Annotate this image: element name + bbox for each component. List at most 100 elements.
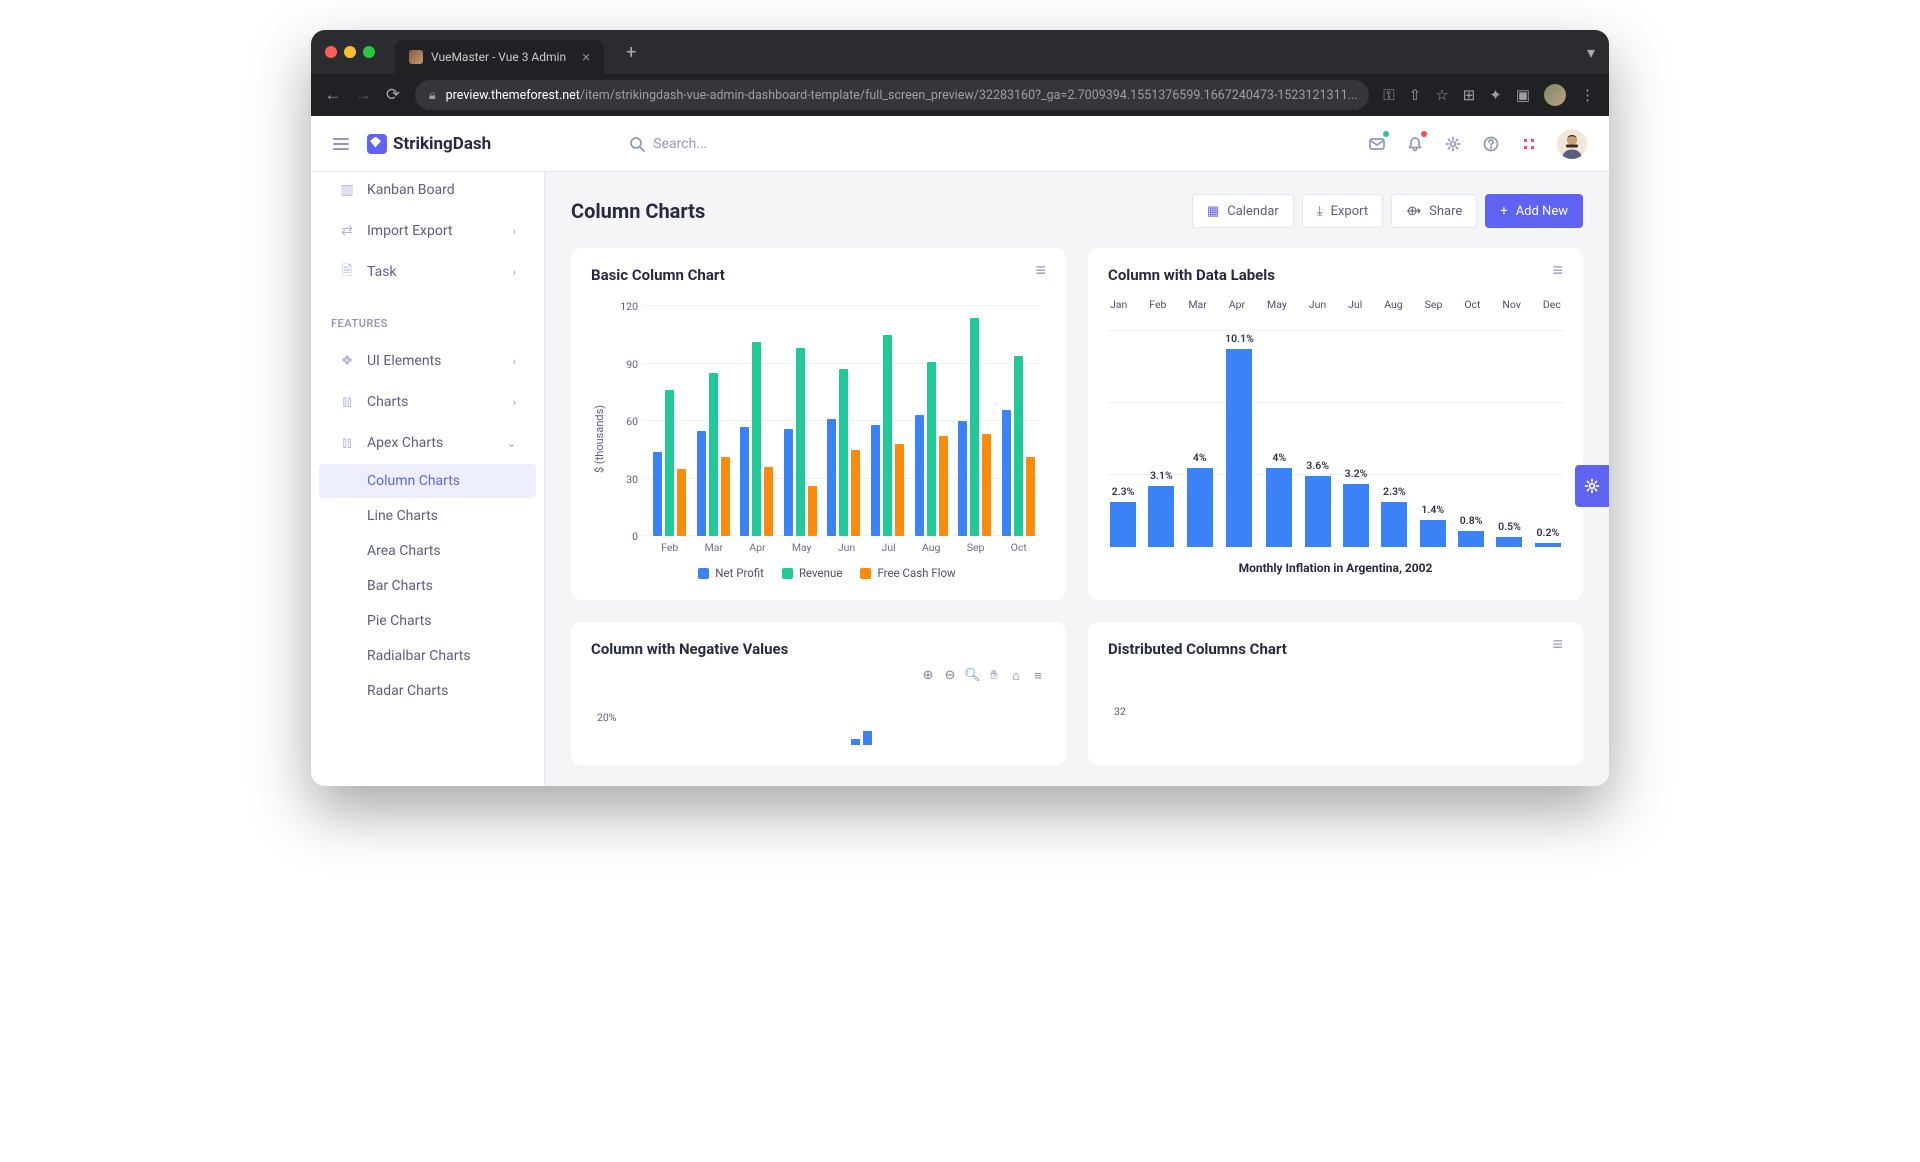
brand-logo[interactable]: StrikingDash <box>367 134 491 154</box>
chart-menu-icon[interactable]: ≡ <box>1035 266 1046 276</box>
star-icon[interactable]: ☆ <box>1435 86 1448 104</box>
bar <box>958 421 967 536</box>
pan-icon[interactable]: ✋︎ <box>986 668 1002 684</box>
bar <box>1535 543 1561 547</box>
home-icon[interactable]: ⌂ <box>1008 668 1024 684</box>
bar <box>1110 502 1136 547</box>
puzzle-icon[interactable]: ✦ <box>1489 86 1502 104</box>
page-title: Column Charts <box>571 199 705 223</box>
button-label: Export <box>1331 204 1369 219</box>
sidebar-sub-item[interactable]: Pie Charts <box>319 604 536 638</box>
bar <box>784 429 793 536</box>
x-tick: May <box>792 541 812 554</box>
sidebar-item-ui-elements[interactable]: ❖ UI Elements › <box>319 341 536 381</box>
bar <box>883 335 892 536</box>
bar <box>1496 537 1522 547</box>
legend-item[interactable]: Revenue <box>782 566 843 580</box>
card-distributed: ≡ Distributed Columns Chart 32 <box>1088 622 1583 765</box>
sidebar-item-apex-charts[interactable]: ⫾⫾ Apex Charts ⌄ <box>319 423 536 463</box>
tab-title: VueMaster - Vue 3 Admin <box>431 50 566 64</box>
brand-name: StrikingDash <box>393 134 491 154</box>
layers-icon: ❖ <box>339 353 355 369</box>
chart-menu-icon[interactable]: ≡ <box>1552 266 1563 276</box>
bar-group <box>915 362 948 536</box>
share-up-icon[interactable]: ⇧ <box>1409 86 1422 104</box>
sidebar-sub-item[interactable]: Radialbar Charts <box>319 639 536 673</box>
export-button[interactable]: ⤓ Export <box>1302 194 1383 228</box>
card-negative-values: Column with Negative Values ⊕ ⊖ 🔍︎ ✋︎ ⌂ … <box>571 622 1066 765</box>
macos-close-icon[interactable] <box>325 46 337 58</box>
panel-icon[interactable]: ▣ <box>1516 86 1530 104</box>
help-icon[interactable] <box>1481 134 1501 154</box>
bar <box>982 434 991 536</box>
gear-icon <box>1584 478 1600 494</box>
data-label: 0.8% <box>1460 514 1483 527</box>
bar <box>915 415 924 536</box>
url-host: preview.themeforest.net <box>446 88 580 103</box>
bell-icon[interactable] <box>1405 134 1425 154</box>
sidebar-item-import-export[interactable]: ⇄ Import Export › <box>319 211 536 251</box>
sidebar-item-label: Task <box>367 264 397 280</box>
chart-menu-icon[interactable]: ≡ <box>1552 640 1563 650</box>
address-bar[interactable]: 🔒︎ preview.themeforest.net/item/striking… <box>415 80 1369 110</box>
x-tick: Feb <box>1149 298 1166 311</box>
macos-zoom-icon[interactable] <box>363 46 375 58</box>
x-tick: Nov <box>1502 298 1521 311</box>
locale-flag-icon[interactable] <box>1519 134 1539 154</box>
window-chevron-icon[interactable]: ▾ <box>1587 43 1595 62</box>
sidebar-sub-item[interactable]: Bar Charts <box>319 569 536 603</box>
close-icon[interactable]: × <box>582 48 590 66</box>
hamburger-icon[interactable] <box>333 138 349 150</box>
sidebar-sub-item[interactable]: Column Charts <box>319 464 536 498</box>
zoom-in-icon[interactable]: ⊕ <box>920 668 936 684</box>
nav-back-icon[interactable]: ← <box>325 85 341 105</box>
sidebar-section-label: FEATURES <box>311 293 544 340</box>
x-tick: Aug <box>922 541 940 554</box>
browser-tab[interactable]: VueMaster - Vue 3 Admin × <box>395 40 604 74</box>
avatar[interactable] <box>1557 129 1587 159</box>
add-new-button[interactable]: + Add New <box>1485 194 1583 228</box>
profile-avatar-icon[interactable] <box>1544 84 1566 106</box>
gear-icon[interactable] <box>1443 134 1463 154</box>
sidebar-sub-item[interactable]: Area Charts <box>319 534 536 568</box>
sidebar-item-charts[interactable]: ⫾⫾ Charts › <box>319 382 536 422</box>
nav-forward-icon[interactable]: → <box>355 85 371 105</box>
share-button[interactable]: ⟴ Share <box>1391 194 1477 228</box>
chart-menu-icon[interactable]: ≡ <box>1030 668 1046 684</box>
x-tick: Dec <box>1543 298 1561 311</box>
legend-item[interactable]: Free Cash Flow <box>860 566 955 580</box>
card-data-labels: ≡ Column with Data Labels JanFebMarAprMa… <box>1088 248 1583 600</box>
kanban-icon: ▥ <box>339 182 355 198</box>
chart-subtitle: Monthly Inflation in Argentina, 2002 <box>1108 561 1563 575</box>
macos-minimize-icon[interactable] <box>344 46 356 58</box>
bar-group <box>653 390 686 536</box>
settings-fab[interactable] <box>1575 465 1609 507</box>
new-tab-icon[interactable]: + <box>626 42 636 63</box>
bar-column: 2.3% <box>1110 485 1136 547</box>
magnify-icon[interactable]: 🔍︎ <box>964 668 980 684</box>
calendar-button[interactable]: ▦ Calendar <box>1192 194 1294 228</box>
bar <box>1420 520 1446 547</box>
chevron-right-icon: › <box>513 396 516 409</box>
sidebar-item-kanban[interactable]: ▥ Kanban Board <box>319 172 536 210</box>
bar <box>1187 468 1213 547</box>
zoom-out-icon[interactable]: ⊖ <box>942 668 958 684</box>
mail-icon[interactable] <box>1367 134 1387 154</box>
bar-column: 10.1% <box>1225 332 1254 547</box>
global-search[interactable]: Search... <box>629 136 707 152</box>
bar-group <box>1002 356 1035 536</box>
sidebar-item-label: Charts <box>367 394 408 410</box>
bar <box>1148 486 1174 547</box>
password-key-icon[interactable]: ⚿ <box>1383 86 1394 104</box>
bar-column: 0.5% <box>1496 520 1522 547</box>
sidebar-sub-item[interactable]: Radar Charts <box>319 674 536 708</box>
x-tick: Mar <box>705 541 723 554</box>
card-basic-column: ≡ Basic Column Chart $ (thousands) 12090… <box>571 248 1066 600</box>
sidebar-item-task[interactable]: 🗎︎ Task › <box>319 252 536 292</box>
sidebar-sub-item[interactable]: Line Charts <box>319 499 536 533</box>
legend-item[interactable]: Net Profit <box>698 566 764 580</box>
bar <box>1381 502 1407 547</box>
kebab-icon[interactable]: ⋮ <box>1580 86 1595 104</box>
extensions-grid-icon[interactable]: ⊞ <box>1463 86 1476 104</box>
reload-icon[interactable]: ⟳ <box>385 85 401 105</box>
